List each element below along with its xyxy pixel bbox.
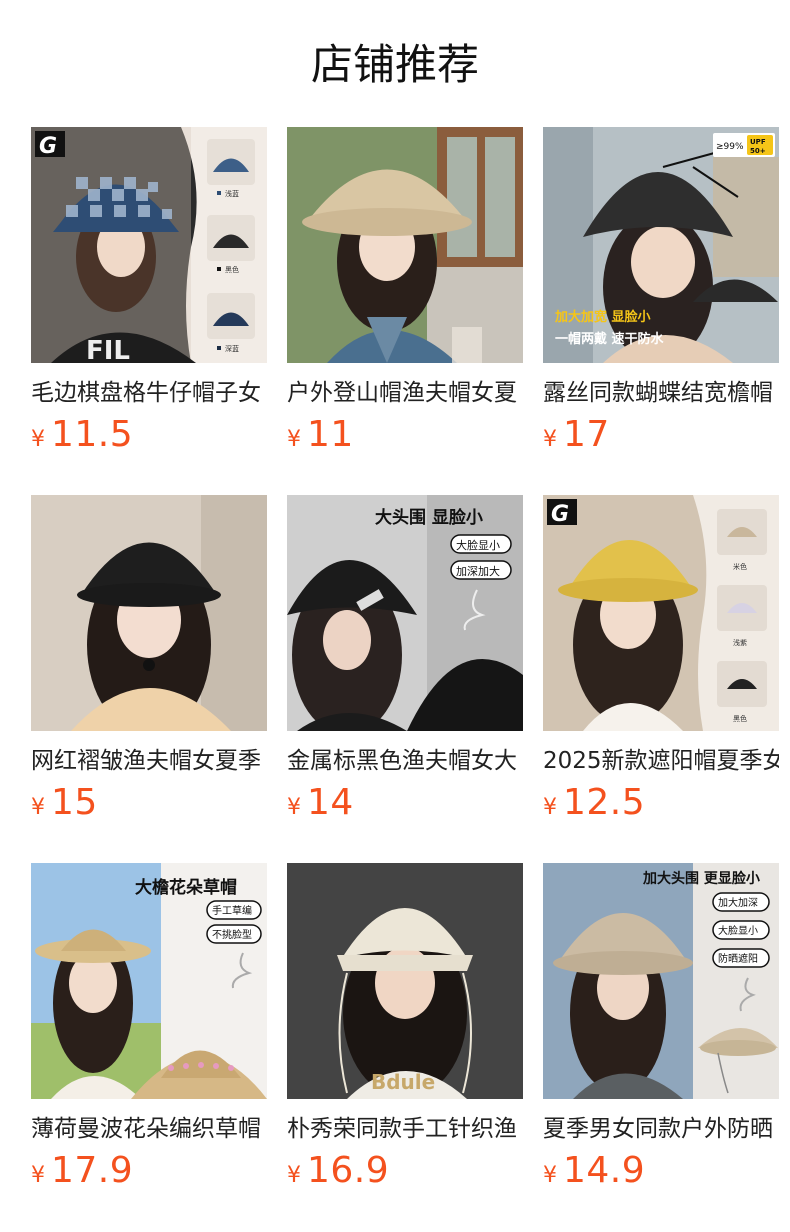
svg-text:Bdule: Bdule (371, 1070, 435, 1094)
svg-text:大檐花朵草帽: 大檐花朵草帽 (135, 877, 237, 898)
product-card[interactable]: 大头围 显脸小 大脸显小 加深加大 金属标黑色渔夫帽女大 ¥14 (287, 495, 523, 823)
price-amount: 15 (51, 782, 98, 823)
svg-text:≥99%: ≥99% (716, 142, 744, 152)
svg-text:黑色: 黑色 (733, 714, 747, 723)
svg-text:浅蓝: 浅蓝 (225, 189, 239, 198)
svg-text:浅紫: 浅紫 (733, 638, 747, 647)
svg-text:手工草编: 手工草编 (212, 904, 252, 917)
price-amount: 12.5 (563, 782, 646, 823)
product-title[interactable]: 户外登山帽渔夫帽女夏 (287, 377, 523, 409)
svg-text:加大头围 更显脸小: 加大头围 更显脸小 (642, 870, 760, 887)
svg-text:加大加宽 显脸小: 加大加宽 显脸小 (554, 309, 651, 325)
product-price: ¥16.9 (287, 1149, 389, 1193)
page-title: 店铺推荐 (310, 40, 479, 89)
product-image[interactable]: G 米色 浅紫 黑色 (543, 495, 779, 731)
price-amount: 14 (307, 782, 354, 823)
currency-symbol: ¥ (287, 427, 301, 452)
product-title[interactable]: 朴秀荣同款手工针织渔 (287, 1113, 523, 1145)
product-card[interactable]: FIL G 浅蓝 黑色 深蓝 毛边棋盘格牛仔帽子女 ¥ 11.5 (31, 127, 267, 455)
product-image[interactable] (31, 495, 267, 731)
product-card[interactable]: 加大头围 更显脸小 加大加深 大脸显小 防晒遮阳 夏季男女同款户外防晒 ¥14.… (543, 863, 779, 1191)
svg-text:加大加深: 加大加深 (718, 896, 758, 909)
svg-text:深蓝: 深蓝 (225, 344, 239, 353)
product-image[interactable]: ≥99% UPF 50+ 加大加宽 显脸小 一帽两戴 速干防水 (543, 127, 779, 363)
price-amount: 11 (307, 414, 354, 455)
currency-symbol: ¥ (543, 1163, 557, 1188)
svg-text:UPF: UPF (750, 138, 766, 146)
currency-symbol: ¥ (31, 427, 45, 452)
product-title[interactable]: 薄荷曼波花朵编织草帽 (31, 1113, 267, 1145)
svg-text:防晒遮阳: 防晒遮阳 (718, 952, 758, 965)
svg-text:大脸显小: 大脸显小 (456, 538, 500, 552)
product-image[interactable]: FIL G 浅蓝 黑色 深蓝 (31, 127, 267, 363)
currency-symbol: ¥ (543, 795, 557, 820)
product-card[interactable]: G 米色 浅紫 黑色 2025新款遮阳帽夏季女 ¥12.5 (543, 495, 779, 823)
price-amount: 11.5 (51, 414, 134, 455)
svg-text:50+: 50+ (750, 147, 766, 155)
brand-logo: G (551, 502, 569, 527)
currency-symbol: ¥ (287, 795, 301, 820)
svg-text:米色: 米色 (733, 562, 747, 571)
product-card[interactable]: 网红褶皱渔夫帽女夏季 ¥15 (31, 495, 267, 823)
product-image[interactable]: 大头围 显脸小 大脸显小 加深加大 (287, 495, 523, 731)
svg-text:FIL: FIL (86, 336, 130, 363)
price-amount: 16.9 (307, 1150, 390, 1191)
product-price: ¥11.5 (31, 413, 133, 457)
svg-text:大头围 显脸小: 大头围 显脸小 (375, 507, 483, 528)
currency-symbol: ¥ (543, 427, 557, 452)
svg-text:加深加大: 加深加大 (456, 564, 500, 578)
price-amount: 17 (563, 414, 610, 455)
svg-text:一帽两戴 速干防水: 一帽两戴 速干防水 (555, 331, 665, 347)
currency-symbol: ¥ (287, 1163, 301, 1188)
product-title[interactable]: 夏季男女同款户外防晒 (543, 1113, 779, 1145)
brand-logo: G (39, 134, 57, 159)
product-card[interactable]: ≥99% UPF 50+ 加大加宽 显脸小 一帽两戴 速干防水 露丝同款蝴蝶结宽… (543, 127, 779, 455)
svg-text:不挑脸型: 不挑脸型 (212, 928, 252, 941)
product-price: ¥11 (287, 413, 354, 457)
currency-symbol: ¥ (31, 795, 45, 820)
product-price: ¥15 (31, 781, 98, 825)
product-image[interactable] (287, 127, 523, 363)
product-price: ¥14.9 (543, 1149, 645, 1193)
price-amount: 14.9 (563, 1150, 646, 1191)
product-card[interactable]: Bdule 朴秀荣同款手工针织渔 ¥16.9 (287, 863, 523, 1191)
currency-symbol: ¥ (31, 1163, 45, 1188)
product-price: ¥17 (543, 413, 610, 457)
price-amount: 17.9 (51, 1150, 134, 1191)
product-image[interactable]: 加大头围 更显脸小 加大加深 大脸显小 防晒遮阳 (543, 863, 779, 1099)
product-price: ¥14 (287, 781, 354, 825)
svg-text:黑色: 黑色 (225, 265, 239, 274)
product-title[interactable]: 毛边棋盘格牛仔帽子女 (31, 377, 267, 409)
product-card[interactable]: 户外登山帽渔夫帽女夏 ¥11 (287, 127, 523, 455)
product-image[interactable]: Bdule (287, 863, 523, 1099)
product-title[interactable]: 2025新款遮阳帽夏季女 (543, 745, 779, 777)
product-price: ¥17.9 (31, 1149, 133, 1193)
svg-text:大脸显小: 大脸显小 (718, 924, 758, 937)
product-card[interactable]: 大檐花朵草帽 手工草编 不挑脸型 薄荷曼波花朵编织草帽 ¥17.9 (31, 863, 267, 1191)
product-price: ¥12.5 (543, 781, 645, 825)
product-title[interactable]: 网红褶皱渔夫帽女夏季 (31, 745, 267, 777)
product-image[interactable]: 大檐花朵草帽 手工草编 不挑脸型 (31, 863, 267, 1099)
product-title[interactable]: 金属标黑色渔夫帽女大 (287, 745, 523, 777)
product-title[interactable]: 露丝同款蝴蝶结宽檐帽 (543, 377, 779, 409)
